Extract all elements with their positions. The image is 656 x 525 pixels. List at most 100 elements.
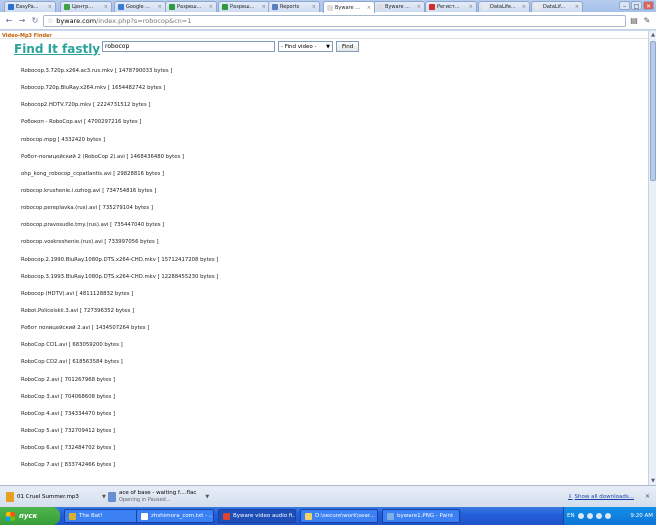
tab-4[interactable]: Разреш... × <box>165 1 217 12</box>
result-item[interactable]: Robocop2.HDTV.720p.mkv [ 2224731512 byte… <box>21 101 218 118</box>
result-item[interactable]: RoboCop CD1.avi [ 683059200 bytes ] <box>21 341 218 358</box>
close-icon[interactable]: ✕ <box>645 493 650 500</box>
result-item[interactable]: Robocop.2.1990.BluRay.1080p.DTS.x264-CHD… <box>21 256 218 273</box>
result-item[interactable]: RoboCop 7.avi [ 833742466 bytes ] <box>21 461 218 478</box>
app-icon <box>141 512 148 520</box>
result-item[interactable]: Робот полицейский 2.avi [ 1434507264 byt… <box>21 324 218 341</box>
tab-close-icon[interactable]: × <box>158 4 162 10</box>
result-item[interactable]: Робот-полицейский 2 (RoboCop 2).avi [ 14… <box>21 153 218 170</box>
show-all-downloads-link[interactable]: ⇩ Show all downloads... <box>568 494 634 500</box>
tray-app-icon[interactable] <box>577 513 584 519</box>
audio-file-icon <box>6 492 14 502</box>
tab-10[interactable]: DataLife... × <box>478 1 530 12</box>
result-item[interactable]: Robocop.3.720p.x264.ac3.rus.mkv [ 147879… <box>21 67 218 84</box>
taskbar-task-3[interactable]: Byware video audio fi... <box>218 509 296 523</box>
scroll-thumb[interactable] <box>650 41 656 181</box>
results-list: Robocop.3.720p.x264.ac3.rus.mkv [ 147879… <box>21 67 218 478</box>
tab-8[interactable]: Byware ... × <box>373 1 425 12</box>
tab-close-icon[interactable]: × <box>469 4 473 10</box>
result-item[interactable]: robocop.voskreshenie.(rus).avi [ 7339970… <box>21 238 218 255</box>
result-item[interactable]: Robocop.3.1993.BluRay.1080p.DTS.x264-CHD… <box>21 273 218 290</box>
tab-9[interactable]: Регист... × <box>425 1 477 12</box>
result-item[interactable]: Robocop.720p.BluRay.x264.mkv [ 165448274… <box>21 84 218 101</box>
tab-5[interactable]: Разреш... × <box>218 1 270 12</box>
tab-1[interactable]: EasyPa... × <box>4 1 56 12</box>
result-item[interactable]: ohp_kong_robocop_ccpatlantis.avi [ 29828… <box>21 170 218 187</box>
result-item[interactable]: Robot.Policeiskii.3.avi [ 727396352 byte… <box>21 307 218 324</box>
search-form: - Find video - ▼ Find <box>102 41 360 52</box>
scroll-up-icon[interactable]: ▲ <box>649 31 656 39</box>
favicon-icon <box>169 4 175 10</box>
search-type-select[interactable]: - Find video - ▼ <box>278 41 333 52</box>
maximize-icon[interactable]: □ <box>631 1 642 10</box>
tab-close-icon[interactable]: × <box>575 4 579 10</box>
reload-icon[interactable]: ↻ <box>30 16 40 26</box>
start-button[interactable]: пуск <box>0 507 60 525</box>
taskbar-task-4[interactable]: D:\secure\work\sear... <box>300 509 378 523</box>
chevron-down-icon[interactable]: ▼ <box>205 494 209 500</box>
tab-close-icon[interactable]: × <box>417 4 421 10</box>
result-item[interactable]: RoboCop 5.avi [ 732709412 bytes ] <box>21 427 218 444</box>
tab-7[interactable]: Byware ... × <box>323 1 375 13</box>
tray-app-icon[interactable] <box>586 513 593 519</box>
scroll-down-icon[interactable]: ▼ <box>649 477 656 485</box>
result-item[interactable]: Робокоп - RoboCop.avi [ 4700297216 bytes… <box>21 118 218 135</box>
result-item[interactable]: Robocop (HDTV).avi [ 4811128832 bytes ] <box>21 290 218 307</box>
result-item[interactable]: RoboCop 3.avi [ 704068608 bytes ] <box>21 393 218 410</box>
tray-app-icon[interactable] <box>604 513 611 519</box>
taskbar-task-title: zhshimora_com.txt - ... <box>151 513 214 519</box>
taskbar-task-2[interactable]: zhshimora_com.txt - ... <box>136 509 214 523</box>
download-item-2[interactable]: ace of base - waiting f....flac Opening … <box>108 489 209 505</box>
tab-3[interactable]: Google ... × <box>114 1 166 12</box>
tab-close-icon[interactable]: × <box>367 5 371 11</box>
chevron-down-icon[interactable]: ▼ <box>102 494 106 500</box>
wrench-icon[interactable]: ✎ <box>642 16 652 26</box>
tab-close-icon[interactable]: × <box>262 4 266 10</box>
window-controls: – □ ✕ <box>619 1 654 10</box>
taskbar-task-title: Byware video audio fi... <box>233 513 296 519</box>
back-icon[interactable]: ← <box>4 16 14 26</box>
chevron-down-icon: ▼ <box>326 43 330 50</box>
download-shelf: 01 Cruel Summer.mp3 ▼ ace of base - wait… <box>0 485 656 507</box>
result-item[interactable]: robocop.pereplavka.(rus).avi [ 735279104… <box>21 204 218 221</box>
download-item-2-name: ace of base - waiting f....flac <box>119 490 197 496</box>
search-type-value: - Find video - <box>281 43 317 50</box>
language-indicator[interactable]: EN <box>567 513 575 519</box>
tab-close-icon[interactable]: × <box>48 4 52 10</box>
tab-6[interactable]: Reports × <box>268 1 320 12</box>
result-item[interactable]: RoboCop 4.avi [ 734334470 bytes ] <box>21 410 218 427</box>
result-item[interactable]: robocop.mpg [ 4332420 bytes ] <box>21 136 218 153</box>
site-logo[interactable]: Find It fastly <box>14 42 100 56</box>
result-item[interactable]: robocop.krushenie.i.ozhog.avi [ 73475481… <box>21 187 218 204</box>
clock: 9:20 AM <box>630 513 653 519</box>
tab-close-icon[interactable]: × <box>312 4 316 10</box>
tab-close-icon[interactable]: × <box>209 4 213 10</box>
tab-title: Центр... <box>72 4 94 10</box>
search-input[interactable] <box>102 41 275 52</box>
forward-icon[interactable]: → <box>17 16 27 26</box>
tab-2[interactable]: Центр... × <box>60 1 112 12</box>
result-item[interactable]: RoboCop CD2.avi [ 618563584 bytes ] <box>21 358 218 375</box>
close-icon[interactable]: ✕ <box>643 1 654 10</box>
site-header-bar: Video-Mp3 Finder <box>0 31 648 39</box>
page-menu-icon[interactable]: ▤ <box>629 16 639 26</box>
windows-flag-icon <box>6 511 15 521</box>
result-item[interactable]: RoboCop 6.avi [ 732484702 bytes ] <box>21 444 218 461</box>
taskbar-task-1[interactable]: The Bat! <box>64 509 142 523</box>
favicon-icon <box>118 4 124 10</box>
address-bar[interactable]: ☆ byware.com/index.php?s=robocop&cn=1 <box>43 14 626 27</box>
taskbar-task-5[interactable]: byware1.PNG - Paint <box>382 509 460 523</box>
tray-app-icon[interactable] <box>595 513 602 519</box>
tab-close-icon[interactable]: × <box>104 4 108 10</box>
tab-11[interactable]: DataLif... × <box>531 1 583 12</box>
find-button[interactable]: Find <box>336 41 360 52</box>
start-label: пуск <box>19 512 38 520</box>
result-item[interactable]: RoboCop 2.avi [ 701267968 bytes ] <box>21 376 218 393</box>
bookmark-star-icon[interactable]: ☆ <box>47 17 53 25</box>
tab-close-icon[interactable]: × <box>522 4 526 10</box>
tab-title: Google ... <box>126 4 150 10</box>
download-item-1[interactable]: 01 Cruel Summer.mp3 ▼ <box>6 489 106 505</box>
minimize-icon[interactable]: – <box>619 1 630 10</box>
result-item[interactable]: robocop.pravosudie.tmy.(rus).avi [ 73544… <box>21 221 218 238</box>
page-scrollbar[interactable]: ▲ ▼ <box>648 31 656 485</box>
